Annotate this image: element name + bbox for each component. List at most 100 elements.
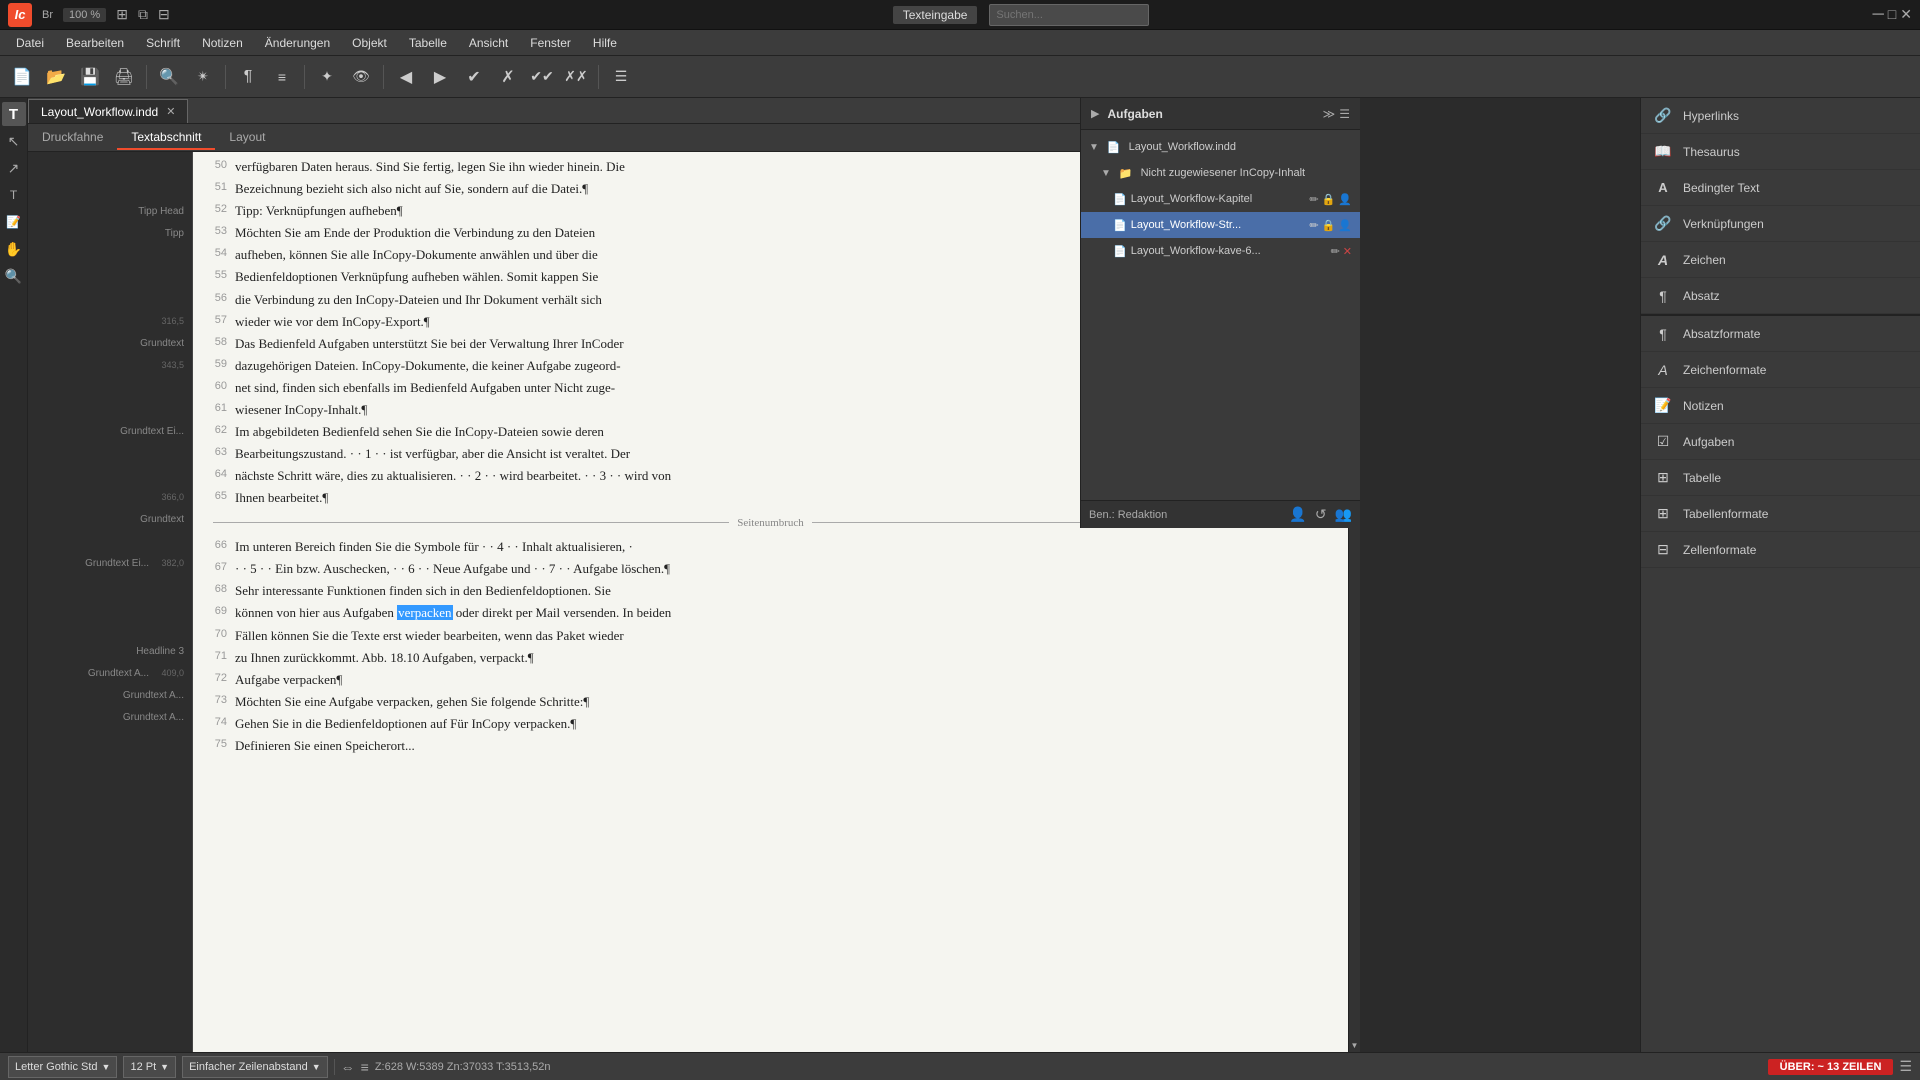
size-selector[interactable]: 12 Pt ▼ — [123, 1056, 176, 1078]
find-button[interactable]: 🔍 — [153, 61, 185, 93]
menu-aenderungen[interactable]: Änderungen — [255, 32, 340, 54]
menu-tabelle[interactable]: Tabelle — [399, 32, 457, 54]
new-document-button[interactable]: 📄 — [6, 61, 38, 93]
note-tool[interactable]: 📝 — [2, 210, 26, 234]
group-icon[interactable]: 👥 — [1335, 506, 1352, 523]
toolbar-sep-5 — [598, 65, 599, 89]
menu-fenster[interactable]: Fenster — [520, 32, 581, 54]
label-row-61 — [28, 398, 192, 420]
menu-bearbeiten[interactable]: Bearbeiten — [56, 32, 134, 54]
select-tool[interactable]: ↖ — [2, 129, 26, 153]
close-icon-3: ✕ — [1343, 245, 1352, 258]
line-number: 62 — [205, 421, 235, 440]
open-button[interactable]: 📂 — [40, 61, 72, 93]
panel-tabellenformate[interactable]: ⊞ Tabellenformate — [1641, 496, 1920, 532]
script-button[interactable]: ✦ — [311, 61, 343, 93]
tree-item-kave[interactable]: 📄 Layout_Workflow-kave-6... ✏ ✕ — [1081, 238, 1360, 264]
arrange-icon[interactable]: ⊟ — [158, 6, 170, 23]
accept-all-button[interactable]: ✔✔ — [526, 61, 558, 93]
line-text: Möchten Sie eine Aufgabe verpacken, gehe… — [235, 691, 1336, 713]
align-button[interactable]: ≡ — [266, 61, 298, 93]
prev-change-button[interactable]: ◀ — [390, 61, 422, 93]
next-change-button[interactable]: ▶ — [424, 61, 456, 93]
tree-item-indd[interactable]: ▼ 📄 Layout_Workflow.indd — [1081, 134, 1360, 160]
menu-schrift[interactable]: Schrift — [136, 32, 190, 54]
workspace: T ↖ ↗ T 📝 ✋ 🔍 Layout_Workflow.indd ✕ Dru… — [0, 98, 1920, 1052]
panel-zeichenformate-label: Zeichenformate — [1683, 363, 1766, 377]
panel-bedingter-text[interactable]: A Bedingter Text — [1641, 170, 1920, 206]
menu-ansicht[interactable]: Ansicht — [459, 32, 518, 54]
tree-item-label: Layout_Workflow-kave-6... — [1131, 245, 1261, 257]
over-alert-badge: ÜBER: ~ 13 ZEILEN — [1768, 1059, 1894, 1075]
layout-icon[interactable]: ⊞ — [116, 6, 128, 23]
menu-objekt[interactable]: Objekt — [342, 32, 397, 54]
print-button[interactable]: 🖨 — [108, 61, 140, 93]
toolbar-sep-1 — [146, 65, 147, 89]
text-tool[interactable]: T — [2, 102, 26, 126]
reject-all-button[interactable]: ✗✗ — [560, 61, 592, 93]
tab-textabschnitt[interactable]: Textabschnitt — [117, 126, 215, 150]
panel-absatzformate[interactable]: ¶ Absatzformate — [1641, 316, 1920, 352]
aufgaben-menu-btn[interactable]: ☰ — [1339, 107, 1350, 121]
window-icon[interactable]: ⧉ — [138, 6, 148, 23]
menu-datei[interactable]: Datei — [6, 32, 54, 54]
minimize-button[interactable]: ─ — [1872, 6, 1883, 24]
paragraph-button[interactable]: ¶ — [232, 61, 264, 93]
menu-button[interactable]: ☰ — [605, 61, 637, 93]
menu-notizen[interactable]: Notizen — [192, 32, 253, 54]
line-text: Fällen können Sie die Texte erst wieder … — [235, 625, 1336, 647]
doc-tab-close[interactable]: ✕ — [166, 105, 175, 118]
direct-select-tool[interactable]: ↗ — [2, 156, 26, 180]
panel-notizen[interactable]: 📝 Notizen — [1641, 388, 1920, 424]
panel-hyperlinks[interactable]: 🔗 Hyperlinks — [1641, 98, 1920, 134]
thesaurus-icon: 📖 — [1653, 142, 1673, 162]
panel-zeichenformate[interactable]: A Zeichenformate — [1641, 352, 1920, 388]
workspace-selector[interactable]: Texteingabe — [893, 6, 978, 24]
tree-item-kapitel[interactable]: 📄 Layout_Workflow-Kapitel ✏ 🔒 👤 — [1081, 186, 1360, 212]
scroll-down-arrow[interactable]: ▼ — [1349, 1038, 1361, 1052]
text-line-75: 75Definieren Sie einen Speicherort... — [205, 735, 1336, 757]
panel-aufgaben[interactable]: ☑ Aufgaben — [1641, 424, 1920, 460]
tab-druckfahne[interactable]: Druckfahne — [28, 126, 117, 150]
menu-hilfe[interactable]: Hilfe — [583, 32, 627, 54]
panel-verknuepfungen[interactable]: 🔗 Verknüpfungen — [1641, 206, 1920, 242]
hand-tool[interactable]: ✋ — [2, 237, 26, 261]
status-menu-icon[interactable]: ☰ — [1899, 1058, 1912, 1075]
line-number: 52 — [205, 200, 235, 219]
linespacing-label: Einfacher Zeilenabstand — [189, 1061, 308, 1073]
zoom-tool[interactable]: 🔍 — [2, 264, 26, 288]
line-labels-panel: Tipp HeadTipp316,5Grundtext343,5Grundtex… — [28, 152, 193, 1052]
special-char-button[interactable]: ✴ — [187, 61, 219, 93]
type-tool[interactable]: T — [2, 183, 26, 207]
save-button[interactable]: 💾 — [74, 61, 106, 93]
user-icon[interactable]: 👤 — [1289, 506, 1306, 523]
zoom-display[interactable]: 100 % — [63, 8, 106, 22]
doc-tab-workflow[interactable]: Layout_Workflow.indd ✕ — [28, 99, 188, 123]
line-number: 71 — [205, 647, 235, 666]
panel-zeichen[interactable]: A Zeichen — [1641, 242, 1920, 278]
panel-absatz[interactable]: ¶ Absatz — [1641, 278, 1920, 314]
reject-button[interactable]: ✗ — [492, 61, 524, 93]
close-button[interactable]: ✕ — [1900, 6, 1912, 24]
tab-layout[interactable]: Layout — [215, 126, 279, 150]
panel-thesaurus[interactable]: 📖 Thesaurus — [1641, 134, 1920, 170]
preview-button[interactable]: 👁 — [345, 61, 377, 93]
tree-item-str[interactable]: 📄 Layout_Workflow-Str... ✏ 🔒 👤 — [1081, 212, 1360, 238]
accept-button[interactable]: ✔ — [458, 61, 490, 93]
search-input[interactable] — [989, 4, 1149, 26]
tree-item-unassigned[interactable]: ▼ 📁 Nicht zugewiesener InCopy-Inhalt — [1081, 160, 1360, 186]
user-label: Ben.: Redaktion — [1089, 509, 1281, 521]
refresh-icon[interactable]: ↺ — [1315, 506, 1327, 523]
line-number: 70 — [205, 625, 235, 644]
panel-zellenformate[interactable]: ⊟ Zellenformate — [1641, 532, 1920, 568]
cursor-stats-icon: ⇔ — [341, 1059, 355, 1075]
panel-tabelle[interactable]: ⊞ Tabelle — [1641, 460, 1920, 496]
aufgaben-expand-btn[interactable]: ≫ — [1323, 107, 1336, 121]
bridge-icon[interactable]: Br — [42, 9, 53, 21]
zellenformate-icon: ⊟ — [1653, 540, 1673, 560]
linespacing-selector[interactable]: Einfacher Zeilenabstand ▼ — [182, 1056, 328, 1078]
maximize-button[interactable]: □ — [1888, 6, 1896, 24]
edit-icon: ✏ — [1309, 193, 1318, 206]
toolbar-sep-4 — [383, 65, 384, 89]
font-selector[interactable]: Letter Gothic Std ▼ — [8, 1056, 117, 1078]
